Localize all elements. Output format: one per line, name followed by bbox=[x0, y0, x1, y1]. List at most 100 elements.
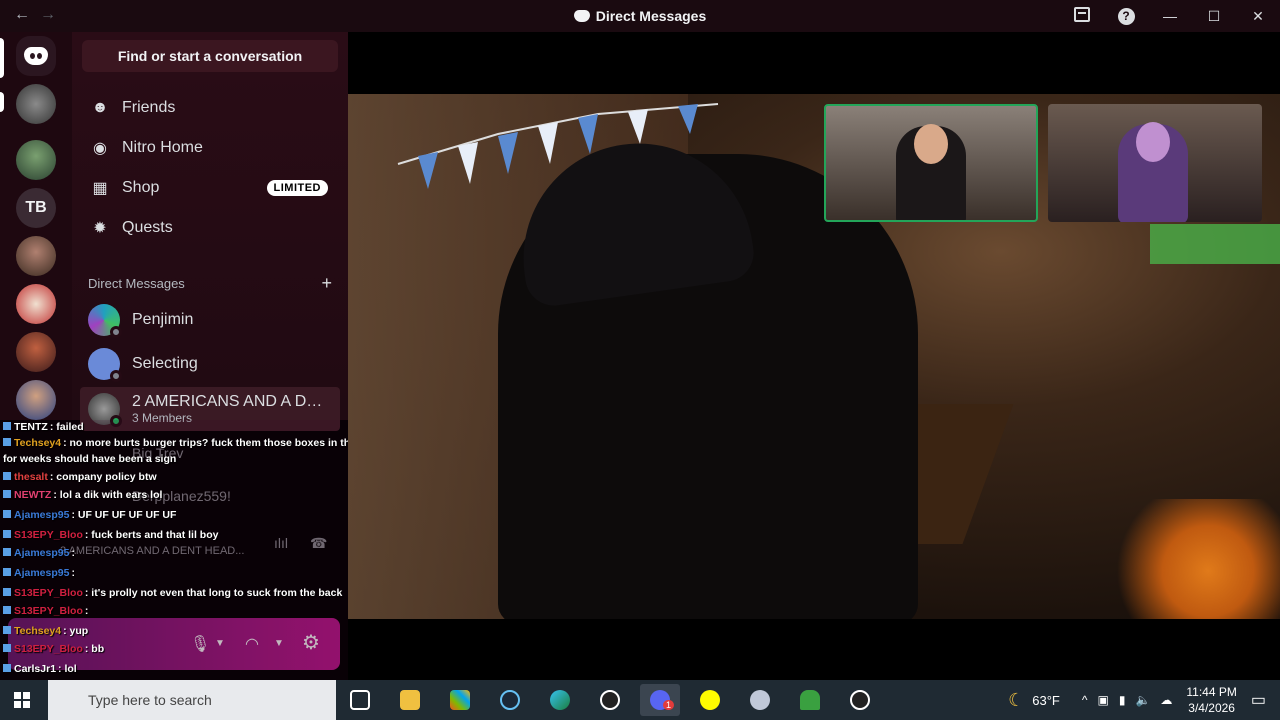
notifications-icon[interactable]: ▭ bbox=[1251, 690, 1266, 710]
chat-username: thesalt bbox=[14, 471, 48, 483]
edge-glyph bbox=[550, 690, 570, 710]
chat-username: CarlsJr1 bbox=[14, 663, 57, 675]
create-dm-plus-icon[interactable]: + bbox=[321, 273, 332, 294]
server-icon[interactable] bbox=[16, 284, 56, 324]
chat-text: : fuck berts and that lil boy bbox=[84, 529, 219, 541]
nav-shop[interactable]: ▦ Shop LIMITED bbox=[80, 168, 340, 208]
minimize-button[interactable]: — bbox=[1148, 8, 1192, 24]
discord-icon bbox=[573, 10, 590, 22]
clock[interactable]: 11:44 PM 3/4/2026 bbox=[1186, 684, 1236, 716]
windows-taskbar: Type here to search 1 ☾ 63°F ^ ▣ ▮ 🔈 ☁ 1… bbox=[0, 680, 1280, 720]
chat-message: Techsey4: yup bbox=[3, 622, 88, 640]
chat-text: : failed bbox=[49, 421, 84, 433]
discord-taskbar-icon[interactable]: 1 bbox=[640, 684, 680, 716]
chat-text: : bbox=[71, 567, 75, 579]
status-dot bbox=[110, 326, 122, 338]
badge-icon bbox=[3, 644, 11, 652]
windows-start-icon[interactable] bbox=[14, 692, 30, 708]
badge-icon bbox=[3, 588, 11, 596]
nav-nitro-home[interactable]: ◉ Nitro Home bbox=[80, 128, 340, 168]
dm-item-penjimin[interactable]: Penjimin bbox=[80, 299, 340, 341]
dm-item-selecting[interactable]: Selecting bbox=[80, 343, 340, 385]
chat-username: Ajamesp95 bbox=[14, 547, 70, 559]
system-tray: ☾ 63°F ^ ▣ ▮ 🔈 ☁ 11:44 PM 3/4/2026 ▭ bbox=[1008, 680, 1280, 720]
chat-text: for weeks should have been a sign bbox=[3, 453, 177, 465]
app-glyph bbox=[850, 690, 870, 710]
avatar bbox=[88, 304, 122, 338]
selected-pill bbox=[0, 38, 4, 78]
maximize-button[interactable]: ☐ bbox=[1192, 8, 1236, 25]
status-dot bbox=[110, 370, 122, 382]
badge-icon bbox=[3, 490, 11, 498]
avatar bbox=[88, 348, 122, 382]
file-explorer-icon[interactable] bbox=[390, 684, 430, 716]
edge-icon[interactable] bbox=[540, 684, 580, 716]
weather-temp[interactable]: 63°F bbox=[1032, 693, 1060, 708]
chat-message: thesalt: company policy btw bbox=[3, 468, 157, 486]
app-icon[interactable] bbox=[840, 684, 880, 716]
find-conversation-button[interactable]: Find or start a conversation bbox=[82, 40, 338, 72]
chat-text: : no more burts burger trips? fuck them … bbox=[63, 437, 392, 449]
server-icon[interactable] bbox=[16, 332, 56, 372]
chat-message: Ajamesp95: bbox=[3, 564, 75, 582]
taskbar-search-box[interactable]: Type here to search bbox=[48, 680, 336, 720]
call-header-area bbox=[348, 32, 1280, 94]
chat-text: : lol bbox=[58, 663, 77, 675]
store-icon[interactable] bbox=[440, 684, 480, 716]
discord-logo-icon bbox=[24, 47, 48, 65]
quests-icon: ✹ bbox=[93, 220, 107, 237]
steam-icon[interactable] bbox=[490, 684, 530, 716]
server-rail: TB bbox=[0, 32, 72, 420]
participant-tile-speaking[interactable] bbox=[824, 104, 1038, 222]
nav-label: Friends bbox=[122, 99, 176, 116]
tray-app-icon[interactable]: ▣ bbox=[1097, 693, 1108, 707]
badge-icon bbox=[3, 510, 11, 518]
inbox-button[interactable] bbox=[1060, 7, 1104, 25]
dm-section-header: Direct Messages + bbox=[88, 273, 332, 294]
chat-text: : it's prolly not even that long to suck… bbox=[84, 587, 343, 599]
volume-icon[interactable]: 🔈 bbox=[1135, 693, 1150, 707]
server-icon[interactable] bbox=[16, 236, 56, 276]
network-icon[interactable]: ☁ bbox=[1160, 693, 1172, 707]
server-icon[interactable] bbox=[16, 84, 56, 124]
chat-message: S13EPY_Bloo: bbox=[3, 602, 88, 620]
snapchat-glyph bbox=[700, 690, 720, 710]
app-icon[interactable] bbox=[740, 684, 780, 716]
nav-label: Shop bbox=[122, 179, 160, 196]
obs-icon[interactable] bbox=[590, 684, 630, 716]
close-button[interactable]: ✕ bbox=[1236, 8, 1280, 25]
dm-sidebar: Find or start a conversation ☻ Friends ◉ N… bbox=[72, 32, 348, 431]
dm-name: 2 AMERICANS AND A DEN... bbox=[132, 393, 332, 410]
app-icon[interactable] bbox=[790, 684, 830, 716]
help-button[interactable]: ? bbox=[1104, 7, 1148, 25]
tray-chevron-up-icon[interactable]: ^ bbox=[1082, 693, 1088, 707]
tv-screen bbox=[1150, 224, 1280, 264]
direct-messages-home-button[interactable] bbox=[16, 36, 56, 76]
window-title-text: Direct Messages bbox=[595, 8, 707, 24]
server-icon-tb[interactable]: TB bbox=[16, 188, 56, 228]
nav-label: Quests bbox=[122, 219, 173, 236]
chat-message: S13EPY_Bloo: it's prolly not even that l… bbox=[3, 584, 342, 602]
server-icon[interactable] bbox=[16, 380, 56, 420]
nav-label: Nitro Home bbox=[122, 139, 203, 156]
inbox-icon bbox=[1074, 7, 1090, 22]
snapchat-icon[interactable] bbox=[690, 684, 730, 716]
badge-icon bbox=[3, 530, 11, 538]
chat-username: S13EPY_Bloo bbox=[14, 529, 83, 541]
steam-glyph bbox=[500, 690, 520, 710]
usb-icon[interactable]: ▮ bbox=[1119, 693, 1126, 707]
obs-glyph bbox=[600, 690, 620, 710]
nav-friends[interactable]: ☻ Friends bbox=[80, 88, 340, 128]
chat-message: S13EPY_Bloo: bb bbox=[3, 640, 104, 658]
title-bar: ← → Direct Messages ? — ☐ ✕ bbox=[0, 0, 1280, 32]
dm-header-label: Direct Messages bbox=[88, 276, 185, 291]
nitro-icon: ◉ bbox=[93, 140, 107, 157]
badge-icon bbox=[3, 472, 11, 480]
chat-text: : lol a dik with ears lol bbox=[53, 489, 163, 501]
nav-quests[interactable]: ✹ Quests bbox=[80, 208, 340, 248]
badge-icon bbox=[3, 606, 11, 614]
task-view-icon[interactable] bbox=[340, 684, 380, 716]
server-icon[interactable] bbox=[16, 140, 56, 180]
task-view-glyph bbox=[350, 690, 370, 710]
participant-tile[interactable] bbox=[1048, 104, 1262, 222]
